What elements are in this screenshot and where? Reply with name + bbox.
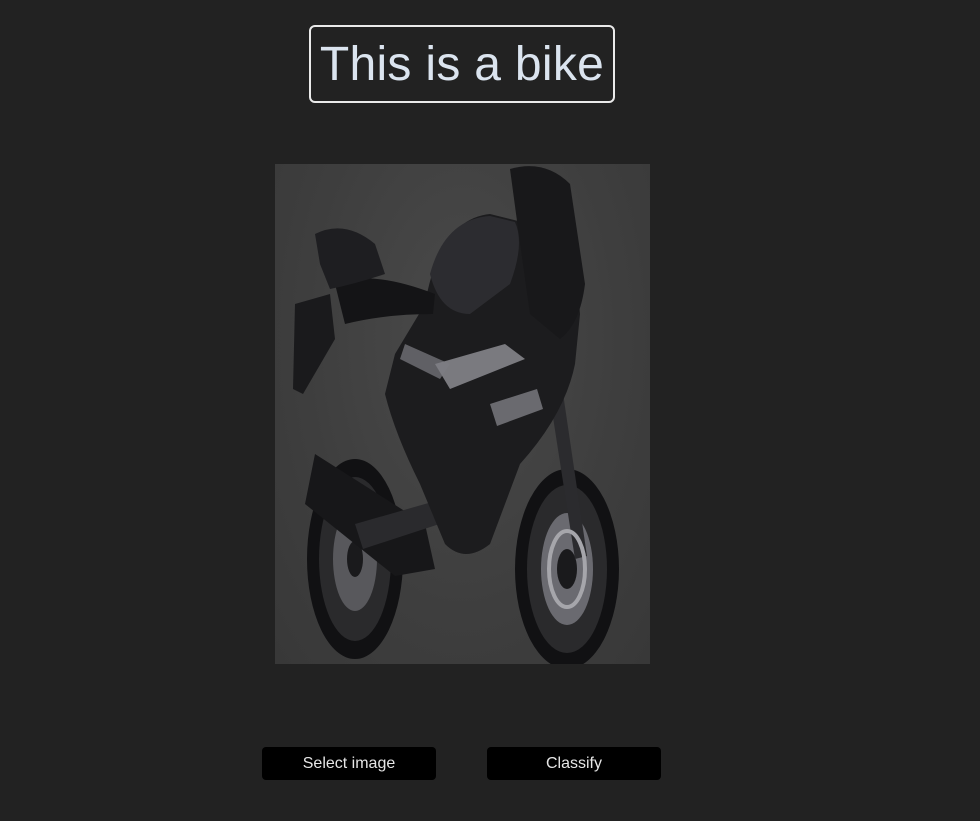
classification-result-text: This is a bike bbox=[319, 37, 605, 91]
classify-label: Classify bbox=[545, 754, 602, 772]
classification-result-label: This is a bike bbox=[309, 25, 615, 103]
motorcycle-photo bbox=[293, 166, 619, 664]
plate-bracket bbox=[293, 294, 335, 394]
select-image-label: Select image bbox=[302, 754, 396, 772]
select-image-button[interactable]: Select image bbox=[262, 747, 436, 780]
classify-button[interactable]: Classify bbox=[487, 747, 661, 780]
image-classifier-app: This is a bike Select image Classify bbox=[0, 0, 980, 821]
image-preview bbox=[275, 164, 650, 664]
